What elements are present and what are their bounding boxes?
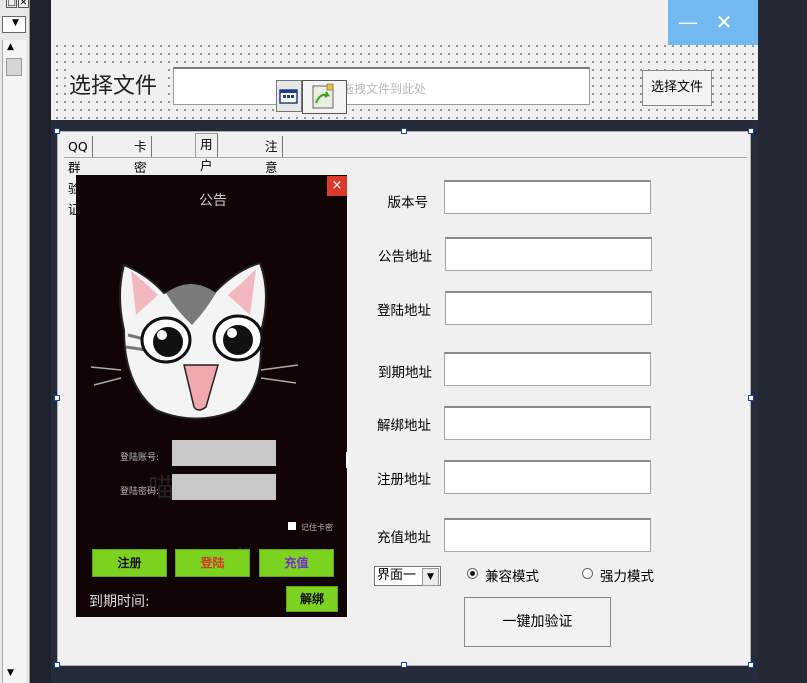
preview-expiry-label: 到期时间:: [89, 594, 150, 610]
tab-qq-group[interactable]: QQ群验证: [64, 136, 93, 217]
left-editor-strip: □ ✕ ▼ ▲ ▼: [0, 0, 30, 683]
restore-icon[interactable]: □: [6, 0, 17, 8]
tab-notes[interactable]: 注意事项: [261, 136, 283, 217]
recharge-url-field[interactable]: [444, 518, 651, 552]
login-url-label: 登陆地址: [377, 303, 431, 319]
chevron-down-icon[interactable]: ▼: [422, 568, 439, 586]
recharge-url-label: 充值地址: [377, 530, 431, 546]
one-click-verify-button[interactable]: 一键加验证: [464, 597, 611, 647]
preview-remember-label: 记住卡密: [301, 523, 333, 532]
editor-dropdown[interactable]: ▼: [2, 16, 26, 33]
register-url-label: 注册地址: [377, 472, 431, 488]
scrollbar-thumb[interactable]: [6, 58, 22, 76]
window-controls: — ✕: [668, 0, 758, 45]
unbind-url-field[interactable]: [444, 406, 651, 440]
vertical-scrollbar[interactable]: ▲ ▼: [2, 40, 26, 683]
preview-login-button: 登陆: [175, 549, 250, 577]
tab-user-verify[interactable]: 用户验证: [195, 133, 218, 215]
window-component-icon[interactable]: [276, 80, 302, 112]
expiry-url-field[interactable]: [444, 352, 651, 386]
chevron-down-icon: ▼: [12, 18, 19, 28]
editor-gutter: [30, 0, 51, 683]
tab-card-key[interactable]: 卡密验证: [130, 136, 152, 217]
tab-divider: [64, 157, 747, 158]
drop-hint-text: 拖拽文件到此处: [342, 82, 427, 96]
expiry-url-label: 到期地址: [378, 365, 432, 381]
scroll-down-icon[interactable]: ▼: [7, 668, 14, 678]
scroll-up-icon[interactable]: ▲: [7, 42, 14, 52]
strong-mode-radio[interactable]: [582, 568, 593, 579]
window-titlebar: [51, 0, 758, 45]
preview-password-input: [172, 474, 276, 500]
resize-handle[interactable]: [748, 128, 754, 134]
preview-register-button: 注册: [92, 549, 167, 577]
notice-url-label: 公告地址: [378, 249, 432, 265]
notice-url-field[interactable]: [445, 237, 652, 271]
compat-mode-radio[interactable]: [467, 568, 478, 579]
preview-account-label: 登陆账号:: [120, 453, 160, 463]
interface-select[interactable]: 界面一 ▼: [374, 566, 441, 586]
preview-remember-checkbox: [288, 522, 296, 530]
resize-handle[interactable]: [54, 395, 60, 401]
window-close-button[interactable]: ✕: [704, 8, 744, 36]
resize-handle[interactable]: [401, 662, 407, 668]
resize-handle[interactable]: [54, 662, 60, 668]
close-icon[interactable]: ✕: [18, 0, 29, 8]
preview-close-icon: ×: [327, 176, 347, 196]
resize-handle[interactable]: [401, 128, 407, 134]
resize-handle[interactable]: [54, 128, 60, 134]
text-cursor: [346, 452, 348, 468]
login-url-field[interactable]: [445, 291, 652, 325]
preview-password-label: 登陆密码:: [120, 487, 160, 497]
resize-handle[interactable]: [748, 395, 754, 401]
preview-unbind-button: 解绑: [286, 586, 338, 612]
register-url-field[interactable]: [444, 460, 651, 494]
compat-mode-label[interactable]: 兼容模式: [485, 565, 539, 585]
version-field[interactable]: [444, 180, 651, 214]
resize-handle[interactable]: [748, 662, 754, 668]
choose-file-button[interactable]: 选择文件: [642, 70, 712, 106]
drag-drop-component-icon[interactable]: [302, 80, 347, 114]
preview-recharge-button: 充值: [259, 549, 334, 577]
preview-notice-title: 公告: [199, 193, 227, 209]
select-file-label: 选择文件: [68, 68, 168, 99]
preview-account-input: [172, 440, 276, 466]
strong-mode-label[interactable]: 强力模式: [600, 565, 654, 585]
interface-select-value: 界面一: [377, 568, 417, 583]
minimize-button[interactable]: —: [668, 8, 708, 36]
version-label: 版本号: [387, 195, 429, 211]
unbind-url-label: 解绑地址: [377, 418, 431, 434]
